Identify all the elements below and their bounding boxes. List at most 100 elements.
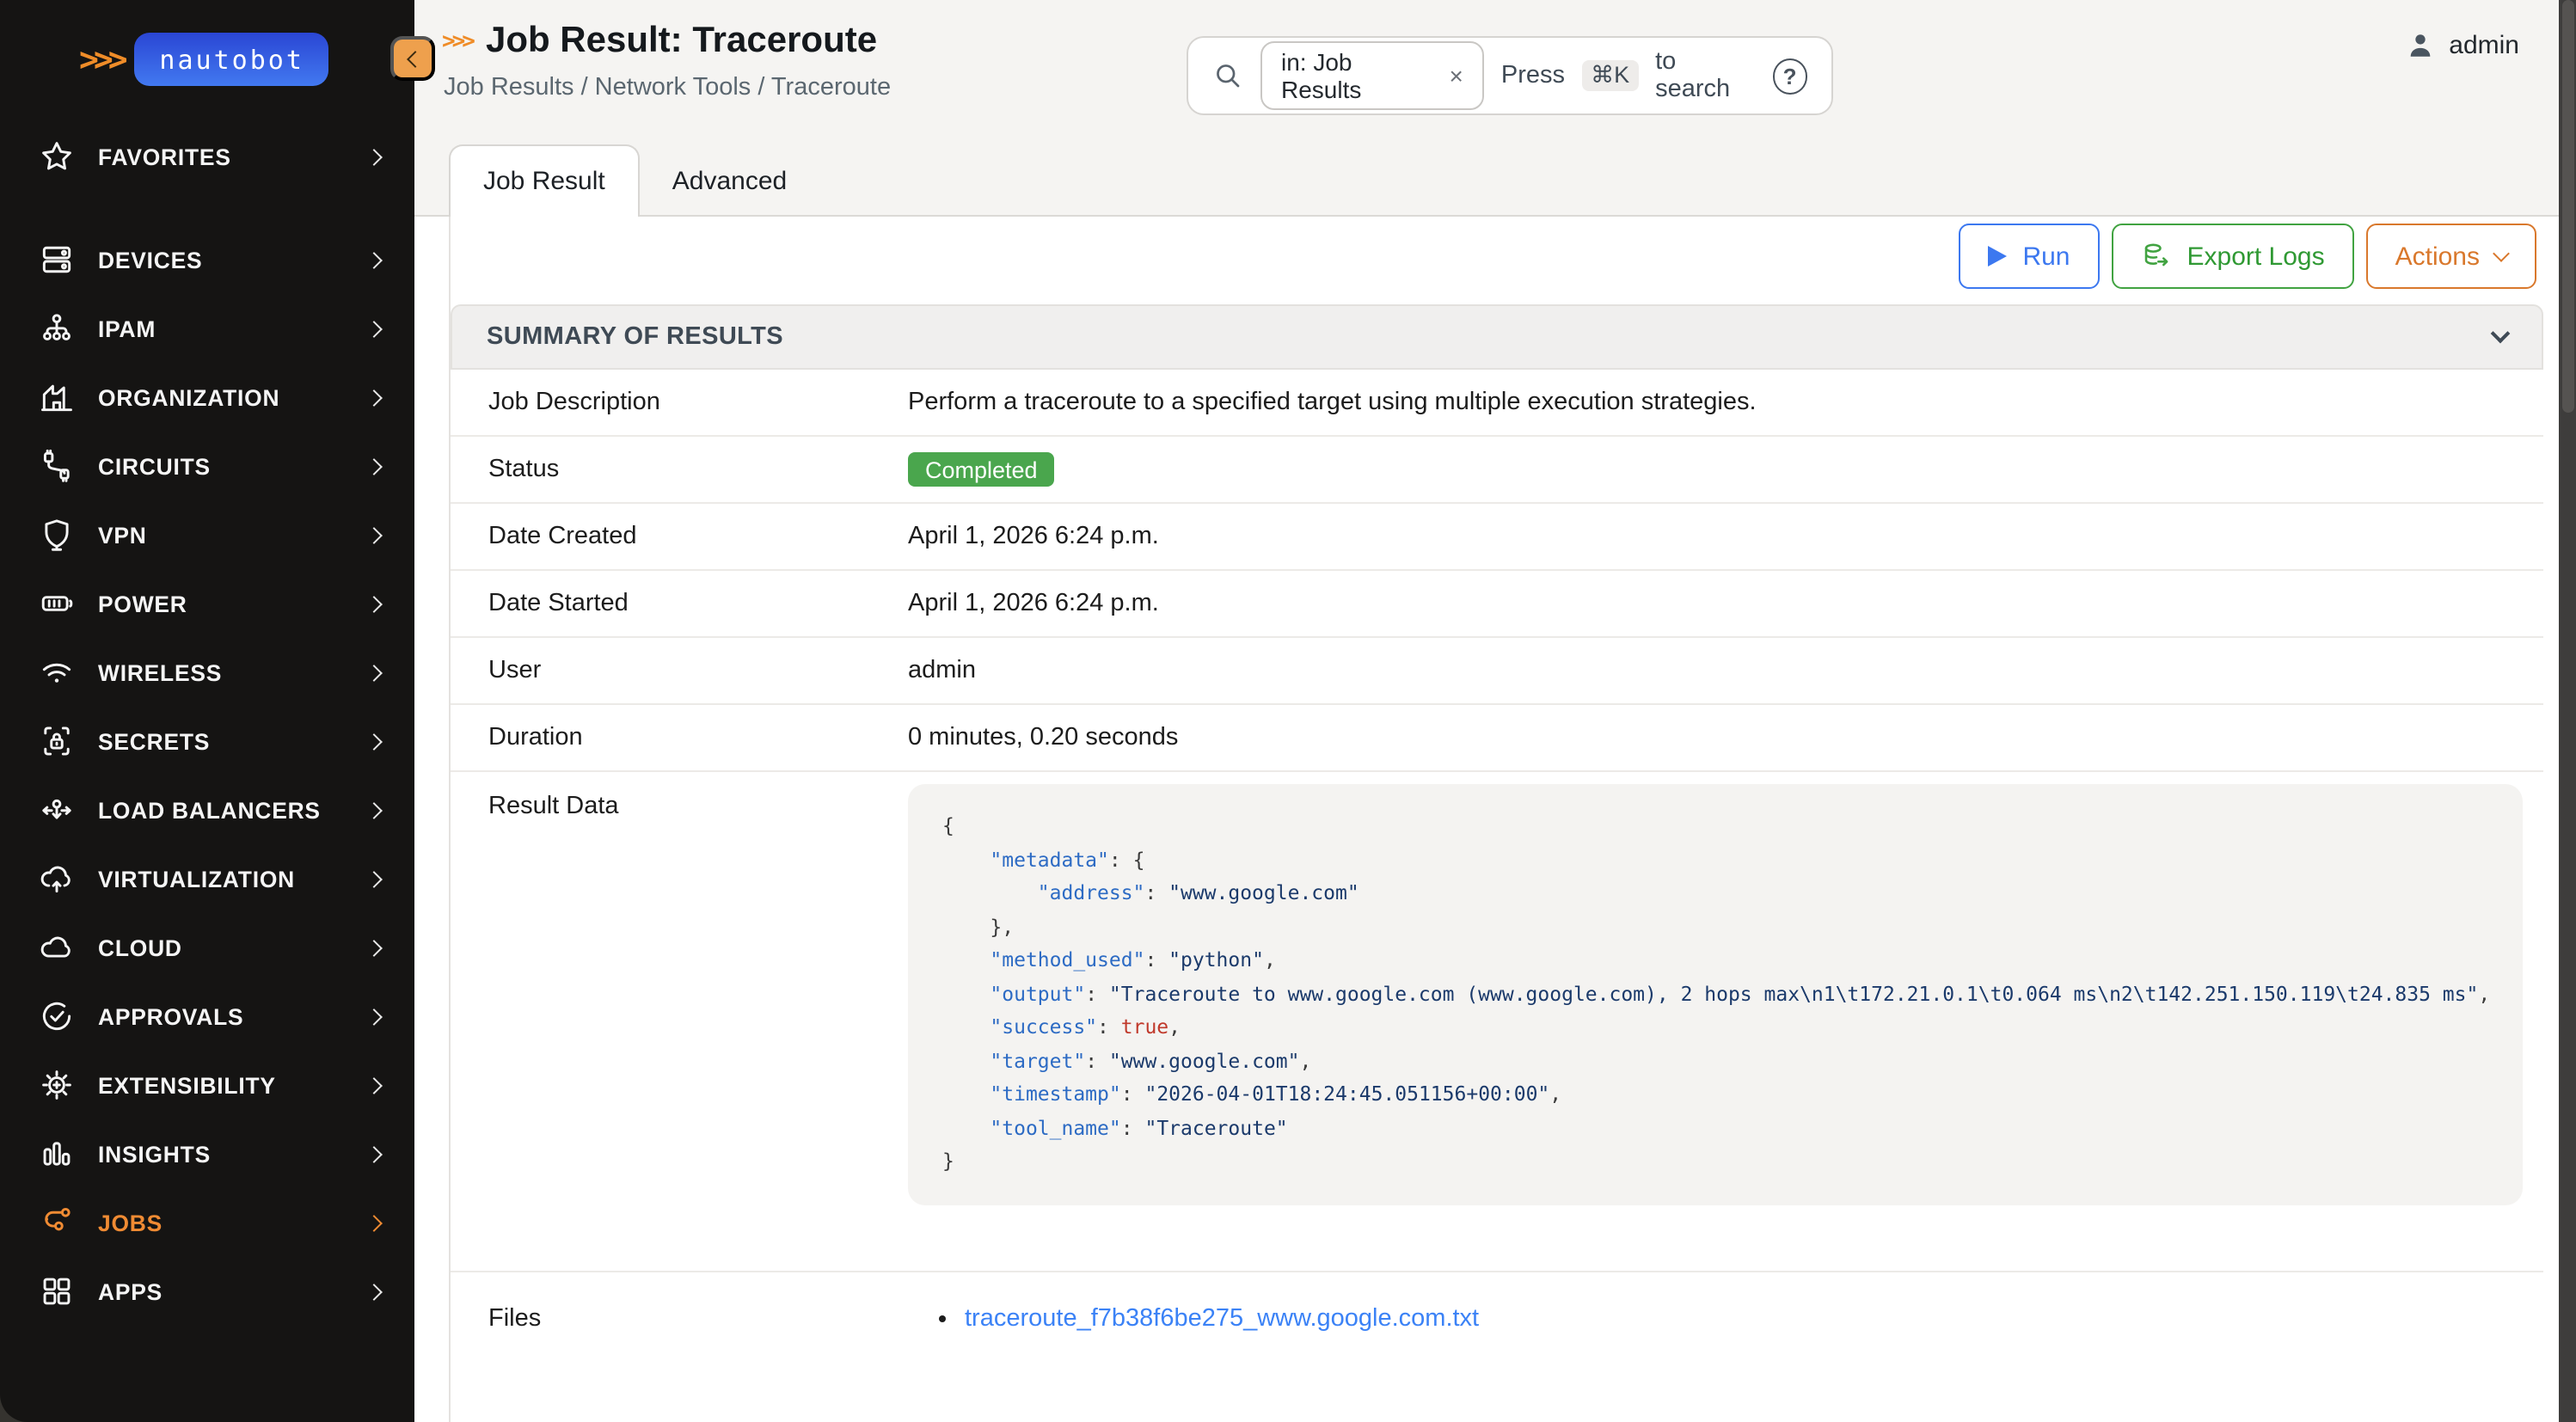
sidebar-item-devices[interactable]: DEVICES: [0, 225, 414, 294]
user-icon: [2406, 31, 2435, 60]
chevron-right-icon: [365, 389, 383, 406]
result-data-json: { "metadata": { "address": "www.google.c…: [908, 784, 2523, 1204]
chevron-right-icon: [365, 1145, 383, 1162]
scrollbar-thumb[interactable]: [2561, 0, 2573, 413]
search-icon: [1212, 60, 1243, 91]
user-menu[interactable]: admin: [2406, 31, 2519, 60]
database-export-icon: [2141, 241, 2172, 272]
help-icon[interactable]: ?: [1772, 58, 1807, 94]
top-header: >>> Job Result: Traceroute Job Results /…: [414, 0, 2559, 217]
chevron-right-icon: [365, 148, 383, 165]
chevron-right-icon: [365, 664, 383, 681]
sidebar-item-label: WIRELESS: [98, 659, 222, 685]
sidebar-item-virtualization[interactable]: VIRTUALIZATION: [0, 844, 414, 913]
breadcrumb[interactable]: Job Results / Network Tools / Traceroute: [444, 74, 891, 101]
sidebar-item-circuits[interactable]: CIRCUITS: [0, 432, 414, 500]
code-line: "tool_name": "Traceroute": [942, 1112, 2488, 1145]
sidebar-item-label: ORGANIZATION: [98, 384, 279, 410]
insights-icon: [38, 1135, 76, 1173]
sidebar-item-apps[interactable]: APPS: [0, 1257, 414, 1326]
sidebar-item-label: IPAM: [98, 316, 156, 341]
sidebar-item-wireless[interactable]: WIRELESS: [0, 638, 414, 707]
sidebar-item-ipam[interactable]: IPAM: [0, 294, 414, 363]
row-value: Perform a traceroute to a specified targ…: [908, 389, 2543, 416]
sidebar-item-jobs[interactable]: JOBS: [0, 1188, 414, 1257]
sidebar-item-label: VIRTUALIZATION: [98, 866, 295, 892]
chevron-right-icon: [365, 801, 383, 818]
sidebar-item-approvals[interactable]: APPROVALS: [0, 982, 414, 1051]
sidebar-item-label: CLOUD: [98, 935, 182, 960]
code-line: {: [942, 810, 2488, 843]
page-title: Job Result: Traceroute: [486, 21, 877, 62]
sidebar-item-label: DEVICES: [98, 247, 202, 273]
row-label: Duration: [451, 724, 908, 751]
row-label: Job Description: [451, 389, 908, 416]
sidebar-item-label: JOBS: [98, 1210, 163, 1235]
code-line: "timestamp": "2026-04-01T18:24:45.051156…: [942, 1078, 2488, 1112]
chevron-right-icon: [365, 251, 383, 268]
sidebar-item-secrets[interactable]: SECRETS: [0, 707, 414, 775]
code-line: "method_used": "python",: [942, 944, 2488, 978]
play-icon: [1988, 246, 2007, 267]
tab-job-result[interactable]: Job Result: [449, 144, 640, 217]
sidebar-item-load-balancers[interactable]: LOAD BALANCERS: [0, 775, 414, 844]
apps-icon: [38, 1272, 76, 1310]
run-button[interactable]: Run: [1959, 224, 2099, 289]
sidebar-item-vpn[interactable]: VPN: [0, 500, 414, 569]
row-label: Date Created: [451, 523, 908, 550]
table-row-job-description: Job Description Perform a traceroute to …: [451, 370, 2543, 437]
summary-panel-header[interactable]: SUMMARY OF RESULTS: [451, 304, 2543, 370]
table-row-files: Files traceroute_f7b38f6be275_www.google…: [451, 1272, 2543, 1383]
sidebar-item-label: APPS: [98, 1278, 163, 1304]
chevron-right-icon: [365, 1283, 383, 1300]
actions-button[interactable]: Actions: [2366, 224, 2536, 289]
table-row-result-data: Result Data { "metadata": { "address": "…: [451, 772, 2543, 1272]
load-balancers-icon: [38, 791, 76, 829]
sidebar-item-insights[interactable]: INSIGHTS: [0, 1119, 414, 1188]
row-label: Files: [451, 1304, 908, 1332]
star-icon: [38, 138, 76, 175]
clear-filter-icon[interactable]: ×: [1450, 62, 1463, 89]
code-line: },: [942, 910, 2488, 944]
code-line: "address": "www.google.com": [942, 877, 2488, 910]
chevron-right-icon: [365, 595, 383, 612]
sidebar-collapse-button[interactable]: [390, 36, 435, 81]
list-item: traceroute_f7b38f6be275_www.google.com.t…: [965, 1304, 2543, 1332]
search-filter-pill[interactable]: in: Job Results ×: [1260, 41, 1484, 110]
search-hint-press: Press: [1501, 62, 1565, 89]
tab-advanced[interactable]: Advanced: [640, 144, 819, 217]
sidebar-item-label: CIRCUITS: [98, 453, 211, 479]
row-value: April 1, 2026 6:24 p.m.: [908, 523, 2543, 550]
sidebar-item-extensibility[interactable]: EXTENSIBILITY: [0, 1051, 414, 1119]
global-search-input[interactable]: in: Job Results × Press ⌘K to search ?: [1187, 36, 1833, 115]
chevron-right-icon: [365, 1214, 383, 1231]
code-line: "metadata": {: [942, 843, 2488, 877]
chevron-right-icon: [365, 732, 383, 750]
nautobot-logo[interactable]: nautobot: [135, 33, 329, 86]
page-head: >>> Job Result: Traceroute Job Results /…: [442, 21, 891, 101]
code-line: "output": "Traceroute to www.google.com …: [942, 978, 2488, 1011]
collapse-panel-icon[interactable]: [2491, 324, 2511, 344]
file-link[interactable]: traceroute_f7b38f6be275_www.google.com.t…: [965, 1304, 1479, 1332]
sidebar-item-power[interactable]: POWER: [0, 569, 414, 638]
sidebar-item-favorites[interactable]: FAVORITES: [0, 122, 414, 191]
table-row-status: Status Completed: [451, 437, 2543, 504]
scrollbar[interactable]: [2559, 0, 2576, 1422]
sidebar-item-label: POWER: [98, 591, 187, 616]
vpn-icon: [38, 516, 76, 554]
export-logs-button[interactable]: Export Logs: [2112, 224, 2354, 289]
code-line: }: [942, 1145, 2488, 1179]
sidebar-item-cloud[interactable]: CLOUD: [0, 913, 414, 982]
sidebar-item-label: INSIGHTS: [98, 1141, 211, 1167]
row-value: admin: [908, 657, 2543, 684]
brand[interactable]: >>> nautobot: [0, 33, 414, 86]
summary-panel: SUMMARY OF RESULTS Job Description Perfo…: [451, 304, 2543, 1383]
row-label: Date Started: [451, 590, 908, 617]
cmd-k-key: ⌘K: [1582, 60, 1638, 91]
title-chevrons-icon: >>>: [442, 28, 472, 54]
sidebar-item-organization[interactable]: ORGANIZATION: [0, 363, 414, 432]
table-row-date-created: Date Created April 1, 2026 6:24 p.m.: [451, 504, 2543, 571]
devices-icon: [38, 241, 76, 279]
cloud-icon: [38, 929, 76, 966]
sidebar-item-label: SECRETS: [98, 728, 210, 754]
